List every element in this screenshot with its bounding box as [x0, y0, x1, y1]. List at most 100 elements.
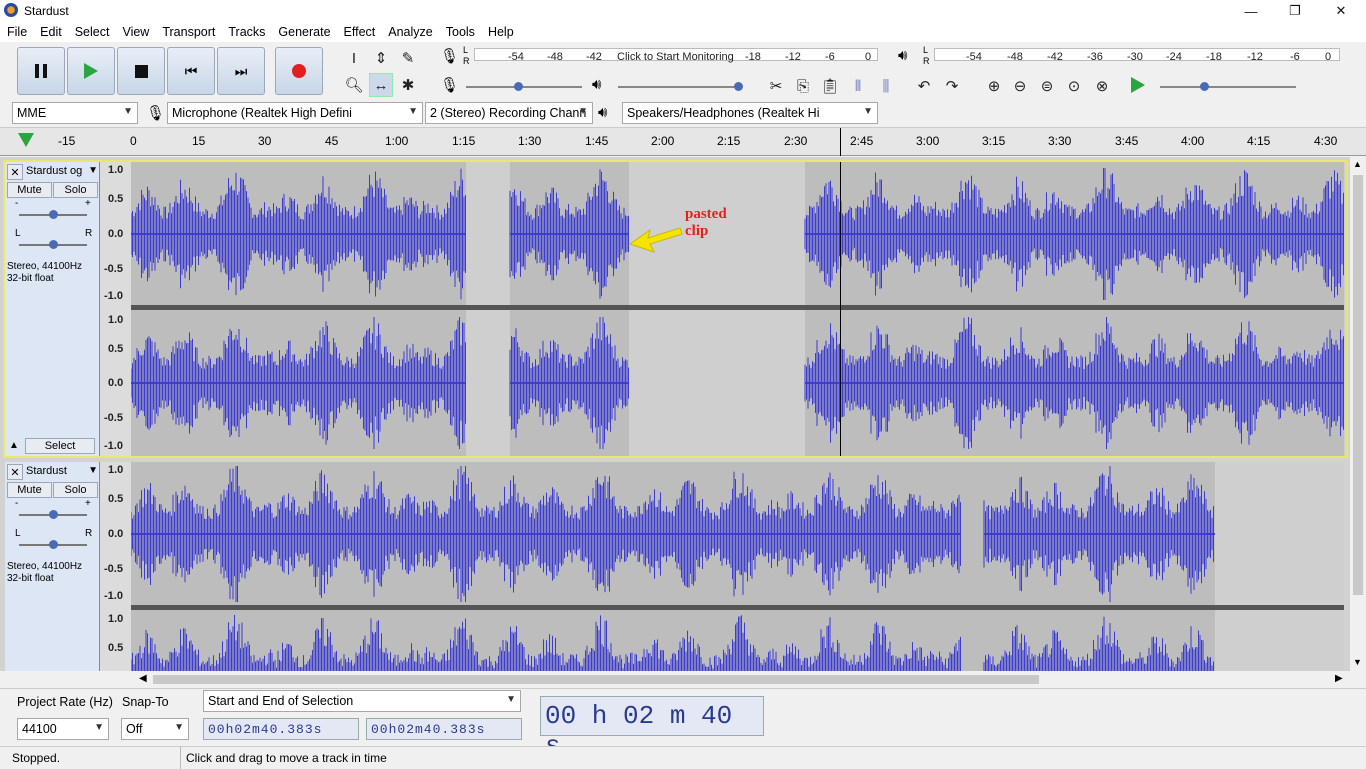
select-button[interactable]: Select — [25, 438, 95, 454]
scroll-left-icon[interactable]: ◀ — [139, 673, 147, 684]
audio-host-select[interactable]: MME ▼ — [12, 102, 138, 124]
speaker-icon[interactable]: 🔊︎ — [898, 47, 907, 64]
collapse-icon[interactable]: ▲ — [9, 440, 19, 451]
menu-tracks[interactable]: Tracks — [221, 25, 271, 39]
gain-thumb[interactable] — [49, 210, 58, 219]
record-button[interactable] — [275, 47, 323, 95]
play-speed-thumb[interactable] — [1200, 82, 1209, 91]
playback-volume-thumb[interactable] — [734, 82, 743, 91]
gain-thumb[interactable] — [49, 510, 58, 519]
title-bar: Stardust — ❐ ✕ — [0, 0, 1366, 22]
stop-button[interactable] — [117, 47, 165, 95]
play-button[interactable] — [67, 47, 115, 95]
menu-edit[interactable]: Edit — [33, 25, 68, 39]
timeline-ruler[interactable]: -15 0 15 30 45 1:00 1:15 1:30 1:45 2:00 … — [0, 128, 1366, 156]
playback-device-value: Speakers/Headphones (Realtek Hi — [627, 106, 820, 120]
horizontal-scrollbar[interactable]: ◀ ▶ — [131, 671, 1350, 687]
scale-tick: -0.5 — [104, 263, 123, 275]
playback-device-select[interactable]: Speakers/Headphones (Realtek Hi ▼ — [622, 102, 878, 124]
mute-button[interactable]: Mute — [7, 482, 52, 498]
menu-help[interactable]: Help — [481, 25, 520, 39]
project-rate-select[interactable]: 44100 ▼ — [17, 718, 109, 740]
scroll-right-icon[interactable]: ▶ — [1335, 673, 1343, 684]
time-shift-tool-icon[interactable]: ↔ — [369, 73, 393, 97]
fit-selection-icon[interactable]: ⊜ — [1035, 74, 1059, 98]
copy-icon[interactable]: ⎘ — [791, 74, 815, 98]
track-close-button[interactable]: ✕ — [7, 164, 23, 180]
selection-mode-select[interactable]: Start and End of Selection ▼ — [203, 690, 521, 712]
microphone-icon[interactable]: 🎙︎ — [440, 47, 459, 65]
maximize-button[interactable]: ❐ — [1272, 0, 1318, 22]
scroll-up-icon[interactable]: ▲ — [1353, 159, 1362, 169]
multi-tool-icon[interactable]: ✱ — [396, 73, 420, 97]
record-volume-thumb[interactable] — [514, 82, 523, 91]
vertical-scrollbar[interactable]: ▲ ▼ — [1350, 157, 1366, 671]
envelope-tool-icon[interactable]: ⇕ — [369, 46, 393, 70]
track-name-menu[interactable]: Stardust og ▼ — [26, 165, 98, 177]
recording-channels-select[interactable]: 2 (Stereo) Recording Chann ▼ — [425, 102, 593, 124]
play-at-speed-icon[interactable] — [1131, 77, 1145, 93]
pan-thumb[interactable] — [49, 240, 58, 249]
track-close-button[interactable]: ✕ — [7, 464, 23, 480]
timeline-tick: 1:15 — [452, 134, 476, 148]
selection-start-time[interactable]: 00h02m40.383s — [203, 718, 359, 740]
zoom-toggle-icon[interactable]: ⊗ — [1090, 74, 1114, 98]
draw-tool-icon[interactable]: ✎ — [396, 46, 420, 70]
silence-icon[interactable]: ⫼ — [874, 74, 898, 98]
undo-icon[interactable]: ↶ — [912, 74, 936, 98]
fit-project-icon[interactable]: ⊙ — [1062, 74, 1086, 98]
track-2-waveform-area[interactable] — [131, 462, 1344, 671]
minimize-button[interactable]: — — [1228, 0, 1274, 22]
audio-position[interactable]: 00 h 02 m 40 s — [540, 696, 764, 761]
solo-button[interactable]: Solo — [53, 182, 98, 198]
selection-tool-icon[interactable]: I — [342, 46, 366, 70]
track-2-controls[interactable]: ✕ Stardust ▼ Mute Solo - + L R Stereo, 44… — [5, 462, 100, 671]
skip-to-start-button[interactable]: ⏮ — [167, 47, 215, 95]
scroll-down-icon[interactable]: ▼ — [1353, 657, 1362, 667]
record-volume-slider[interactable] — [466, 86, 582, 88]
zoom-tool-icon[interactable]: 🔍︎ — [342, 73, 366, 97]
meter-l: L — [923, 45, 929, 55]
menu-transport[interactable]: Transport — [155, 25, 221, 39]
chevron-down-icon: ▼ — [863, 106, 873, 117]
selection-end-time[interactable]: 00h02m40.383s — [366, 718, 522, 740]
play-speed-slider[interactable] — [1160, 86, 1296, 88]
redo-icon[interactable]: ↷ — [940, 74, 964, 98]
annotation-line-2: clip — [685, 223, 709, 239]
chevron-down-icon: ▼ — [88, 465, 98, 476]
skip-to-end-button[interactable]: ⏭ — [217, 47, 265, 95]
close-button[interactable]: ✕ — [1318, 0, 1364, 22]
track-info-format: 32-bit float — [7, 573, 54, 584]
menu-select[interactable]: Select — [68, 25, 116, 39]
snap-to-select[interactable]: Off ▼ — [121, 718, 189, 740]
zoom-out-icon[interactable]: ⊖ — [1008, 74, 1032, 98]
track-1-waveform-area[interactable] — [131, 162, 1344, 456]
pan-thumb[interactable] — [49, 540, 58, 549]
playback-volume-slider[interactable] — [618, 86, 740, 88]
track-name: Stardust — [26, 465, 67, 477]
record-tick: -6 — [825, 51, 835, 63]
timeline-options-icon[interactable] — [18, 133, 34, 147]
horizontal-scroll-thumb[interactable] — [153, 675, 1039, 684]
track-name-menu[interactable]: Stardust ▼ — [26, 465, 98, 477]
menu-generate[interactable]: Generate — [271, 25, 336, 39]
menu-analyze[interactable]: Analyze — [381, 25, 438, 39]
track-1-controls[interactable]: ✕ Stardust og ▼ Mute Solo - + L R Stereo,… — [5, 162, 100, 456]
monitor-prompt[interactable]: Click to Start Monitoring — [617, 51, 734, 63]
menu-view[interactable]: View — [115, 25, 155, 39]
trim-icon[interactable]: ⫴ — [846, 74, 870, 98]
paste-icon[interactable]: 📋︎ — [818, 74, 842, 98]
menu-effect[interactable]: Effect — [337, 25, 382, 39]
track-info-rate: Stereo, 44100Hz — [7, 261, 83, 272]
pause-button[interactable] — [17, 47, 65, 95]
cut-icon[interactable]: ✂ — [764, 74, 788, 98]
record-tick: -54 — [508, 51, 524, 63]
menu-tools[interactable]: Tools — [439, 25, 481, 39]
vertical-scroll-thumb[interactable] — [1353, 175, 1363, 595]
mute-button[interactable]: Mute — [7, 182, 52, 198]
solo-button[interactable]: Solo — [53, 482, 98, 498]
chevron-down-icon: ▼ — [578, 106, 588, 117]
recording-device-select[interactable]: Microphone (Realtek High Defini ▼ — [167, 102, 423, 124]
zoom-in-icon[interactable]: ⊕ — [982, 74, 1006, 98]
menu-file[interactable]: File — [0, 25, 33, 39]
